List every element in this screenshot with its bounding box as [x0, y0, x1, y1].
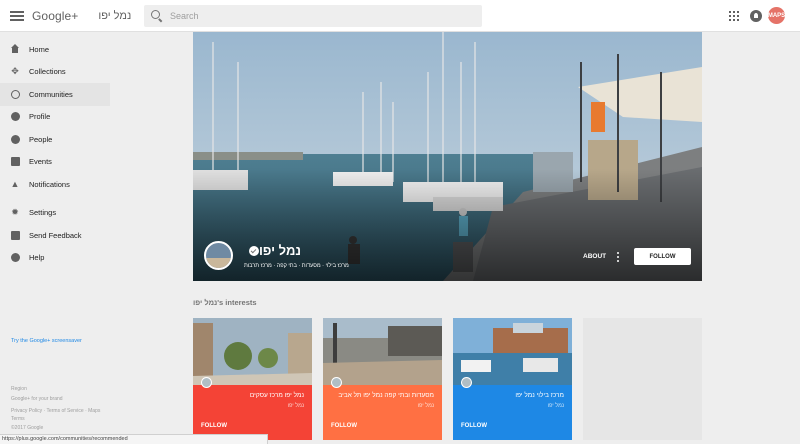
- notifications-bell-icon[interactable]: [750, 10, 762, 22]
- sidebar-item-label: Send Feedback: [29, 230, 82, 240]
- sidebar-item-settings[interactable]: ✹ Settings: [0, 202, 110, 225]
- profile-icon: [10, 112, 20, 122]
- page-context-title: נמל יפו: [98, 9, 132, 22]
- card-title: מרכז בילוי נמל יפו: [515, 392, 564, 399]
- search-bar[interactable]: [144, 5, 482, 27]
- status-bar-url: https://plus.google.com/communities/reco…: [0, 434, 268, 444]
- copyright: ©2017 Google: [11, 425, 44, 431]
- help-icon: [10, 253, 20, 263]
- empty-card-placeholder: [583, 318, 702, 440]
- search-input[interactable]: [170, 11, 470, 21]
- card-photo: [453, 318, 572, 385]
- sidebar-item-label: Help: [29, 253, 45, 263]
- card-subtitle: נמל יפו: [417, 403, 434, 409]
- sidebar-item-home[interactable]: Home: [0, 38, 110, 61]
- sidebar-item-label: Home: [29, 44, 50, 54]
- people-icon: [10, 134, 20, 144]
- top-bar: Google+ נמל יפו MAPS: [0, 0, 800, 32]
- google-plus-logo[interactable]: Google+: [32, 9, 78, 23]
- sidebar-item-label: Communities: [29, 89, 73, 99]
- more-options-icon[interactable]: [617, 252, 620, 262]
- sidebar-item-communities[interactable]: Communities: [0, 83, 110, 106]
- card-follow-button[interactable]: FOLLOW: [461, 423, 487, 429]
- sidebar-item-label: Notifications: [29, 179, 70, 189]
- interest-card[interactable]: מרכז בילוי נמל יפו נמל יפו FOLLOW: [453, 318, 572, 440]
- card-avatar: [461, 377, 472, 388]
- account-avatar[interactable]: MAPS: [768, 7, 785, 24]
- card-avatar: [331, 377, 342, 388]
- card-follow-button[interactable]: FOLLOW: [201, 423, 227, 429]
- settings-icon: ✹: [11, 207, 19, 218]
- card-avatar: [201, 377, 212, 388]
- home-icon: [10, 44, 20, 54]
- notifications-icon: ▲: [10, 178, 20, 189]
- sidebar-item-send-feedback[interactable]: Send Feedback: [0, 224, 110, 247]
- events-icon: [10, 157, 20, 167]
- card-follow-button[interactable]: FOLLOW: [331, 423, 357, 429]
- community-name: נמל יפו: [259, 243, 302, 258]
- sidebar-item-collections[interactable]: ✥ Collections: [0, 61, 110, 84]
- card-subtitle: נמל יפו: [547, 403, 564, 409]
- sidebar-item-events[interactable]: Events: [0, 151, 110, 174]
- sidebar-item-label: Collections: [29, 67, 66, 77]
- sidebar-item-notifications[interactable]: ▲ Notifications: [0, 173, 110, 196]
- brand-link[interactable]: Google+ for your brand: [11, 396, 63, 402]
- card-photo: [323, 318, 442, 385]
- feedback-icon: [10, 230, 20, 240]
- card-photo: [193, 318, 312, 385]
- policy-links[interactable]: Privacy Policy · Terms of Service · Maps…: [11, 407, 101, 423]
- sidebar-item-label: People: [29, 134, 53, 144]
- interest-card[interactable]: מסעדות ובתי קפה נמל יפו תל אביב נמל יפו …: [323, 318, 442, 440]
- region-link[interactable]: Region: [11, 386, 27, 392]
- interest-card[interactable]: נמל יפו מרכז עסקים נמל יפו FOLLOW: [193, 318, 312, 440]
- card-subtitle: נמל יפו: [287, 403, 304, 409]
- sidebar: Home ✥ Collections Communities Profile P…: [0, 32, 110, 444]
- sidebar-item-profile[interactable]: Profile: [0, 106, 110, 129]
- sidebar-item-label: Settings: [29, 208, 57, 218]
- card-title: מסעדות ובתי קפה נמל יפו תל אביב: [338, 392, 434, 399]
- follow-community-button[interactable]: FOLLOW: [634, 248, 691, 265]
- community-avatar[interactable]: [204, 241, 233, 270]
- about-link[interactable]: ABOUT: [583, 253, 606, 260]
- sidebar-item-people[interactable]: People: [0, 128, 110, 151]
- sidebar-item-help[interactable]: Help: [0, 247, 110, 270]
- card-title: נמל יפו מרכז עסקים: [249, 392, 304, 399]
- sidebar-item-label: Profile: [29, 112, 51, 122]
- communities-icon: [10, 89, 20, 99]
- collections-icon: ✥: [11, 66, 19, 77]
- verified-icon: [249, 245, 259, 256]
- search-icon[interactable]: [150, 9, 164, 23]
- interests-heading: נמל יפו's interests: [193, 298, 257, 307]
- community-title: נמל יפו: [244, 243, 301, 258]
- screensaver-link[interactable]: Try the Google+ screensaver: [11, 338, 82, 344]
- apps-grid-icon[interactable]: [729, 11, 739, 21]
- menu-icon[interactable]: [10, 10, 24, 21]
- sidebar-item-label: Events: [29, 157, 52, 167]
- community-tags: מרכז בילוי · מסעדות · בתי קפה · מרכז תרב…: [244, 263, 349, 269]
